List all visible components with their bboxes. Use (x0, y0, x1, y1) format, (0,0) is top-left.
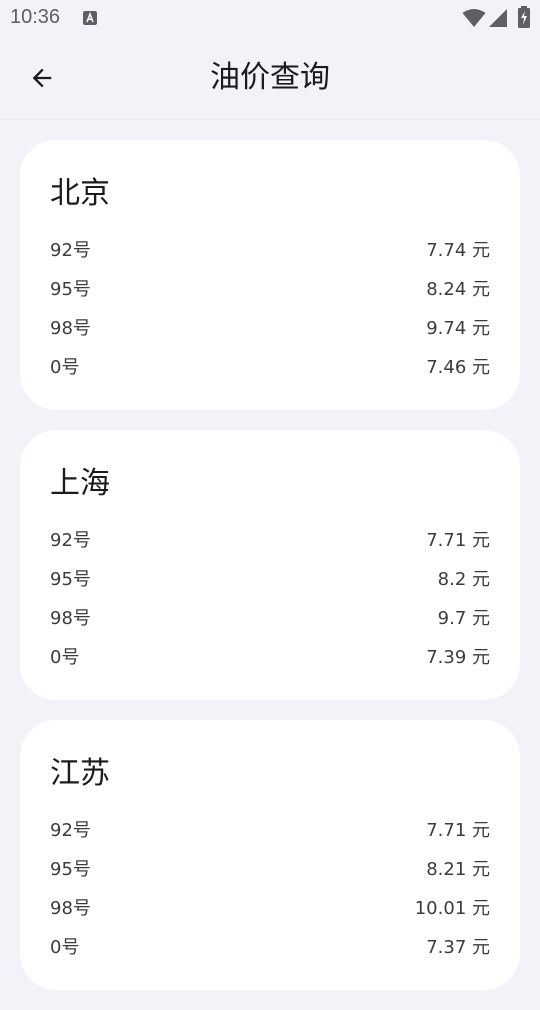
cellular-signal-icon (489, 9, 507, 27)
price-row: 92号 7.74 元 (50, 229, 490, 268)
price-row: 0号 7.39 元 (50, 636, 490, 675)
fuel-price-value: 8.2 元 (437, 568, 490, 590)
fuel-grade-label: 92号 (50, 239, 91, 261)
province-card: 上海 92号 7.71 元 95号 8.2 元 98号 9.7 元 0号 7.3… (20, 430, 520, 700)
price-row: 95号 8.24 元 (50, 268, 490, 307)
status-time: 10:36 (10, 6, 61, 28)
fuel-price-value: 8.21 元 (426, 858, 490, 880)
fuel-price-value: 7.46 元 (426, 356, 490, 378)
price-row: 92号 7.71 元 (50, 809, 490, 848)
fuel-grade-label: 95号 (50, 278, 91, 300)
fuel-price-value: 7.37 元 (426, 936, 490, 958)
wifi-icon (462, 9, 486, 27)
price-row: 98号 10.01 元 (50, 887, 490, 926)
province-card: 北京 92号 7.74 元 95号 8.24 元 98号 9.74 元 0号 7… (20, 140, 520, 410)
price-row: 0号 7.37 元 (50, 926, 490, 965)
fuel-price-value: 8.24 元 (426, 278, 490, 300)
fuel-price-value: 9.74 元 (426, 317, 490, 339)
price-card-list: 北京 92号 7.74 元 95号 8.24 元 98号 9.74 元 0号 7… (20, 140, 520, 1010)
province-name: 江苏 (50, 756, 110, 791)
fuel-grade-label: 98号 (50, 317, 91, 339)
page-title: 油价查询 (210, 60, 330, 95)
fuel-price-value: 10.01 元 (414, 897, 490, 919)
fuel-grade-label: 0号 (50, 936, 80, 958)
fuel-grade-label: 92号 (50, 819, 91, 841)
province-name: 北京 (50, 176, 110, 211)
battery-charging-icon (518, 6, 530, 28)
price-row: 95号 8.21 元 (50, 848, 490, 887)
app-bar: 油价查询 (0, 36, 540, 120)
fuel-price-value: 7.74 元 (426, 239, 490, 261)
fuel-grade-label: 95号 (50, 858, 91, 880)
price-row: 98号 9.7 元 (50, 597, 490, 636)
province-name: 上海 (50, 466, 110, 501)
fuel-grade-label: 0号 (50, 356, 80, 378)
fuel-grade-label: 95号 (50, 568, 91, 590)
fuel-price-value: 7.71 元 (426, 819, 490, 841)
price-row: 92号 7.71 元 (50, 519, 490, 558)
fuel-grade-label: 92号 (50, 529, 91, 551)
price-row: 0号 7.46 元 (50, 346, 490, 385)
fuel-grade-label: 98号 (50, 897, 91, 919)
fuel-price-value: 7.39 元 (426, 646, 490, 668)
notification-a-icon (83, 11, 97, 25)
fuel-price-value: 9.7 元 (437, 607, 490, 629)
fuel-price-value: 7.71 元 (426, 529, 490, 551)
province-card: 江苏 92号 7.71 元 95号 8.21 元 98号 10.01 元 0号 … (20, 720, 520, 990)
fuel-grade-label: 0号 (50, 646, 80, 668)
status-bar: 10:36 (0, 0, 540, 36)
fuel-grade-label: 98号 (50, 607, 91, 629)
price-row: 98号 9.74 元 (50, 307, 490, 346)
price-row: 95号 8.2 元 (50, 558, 490, 597)
